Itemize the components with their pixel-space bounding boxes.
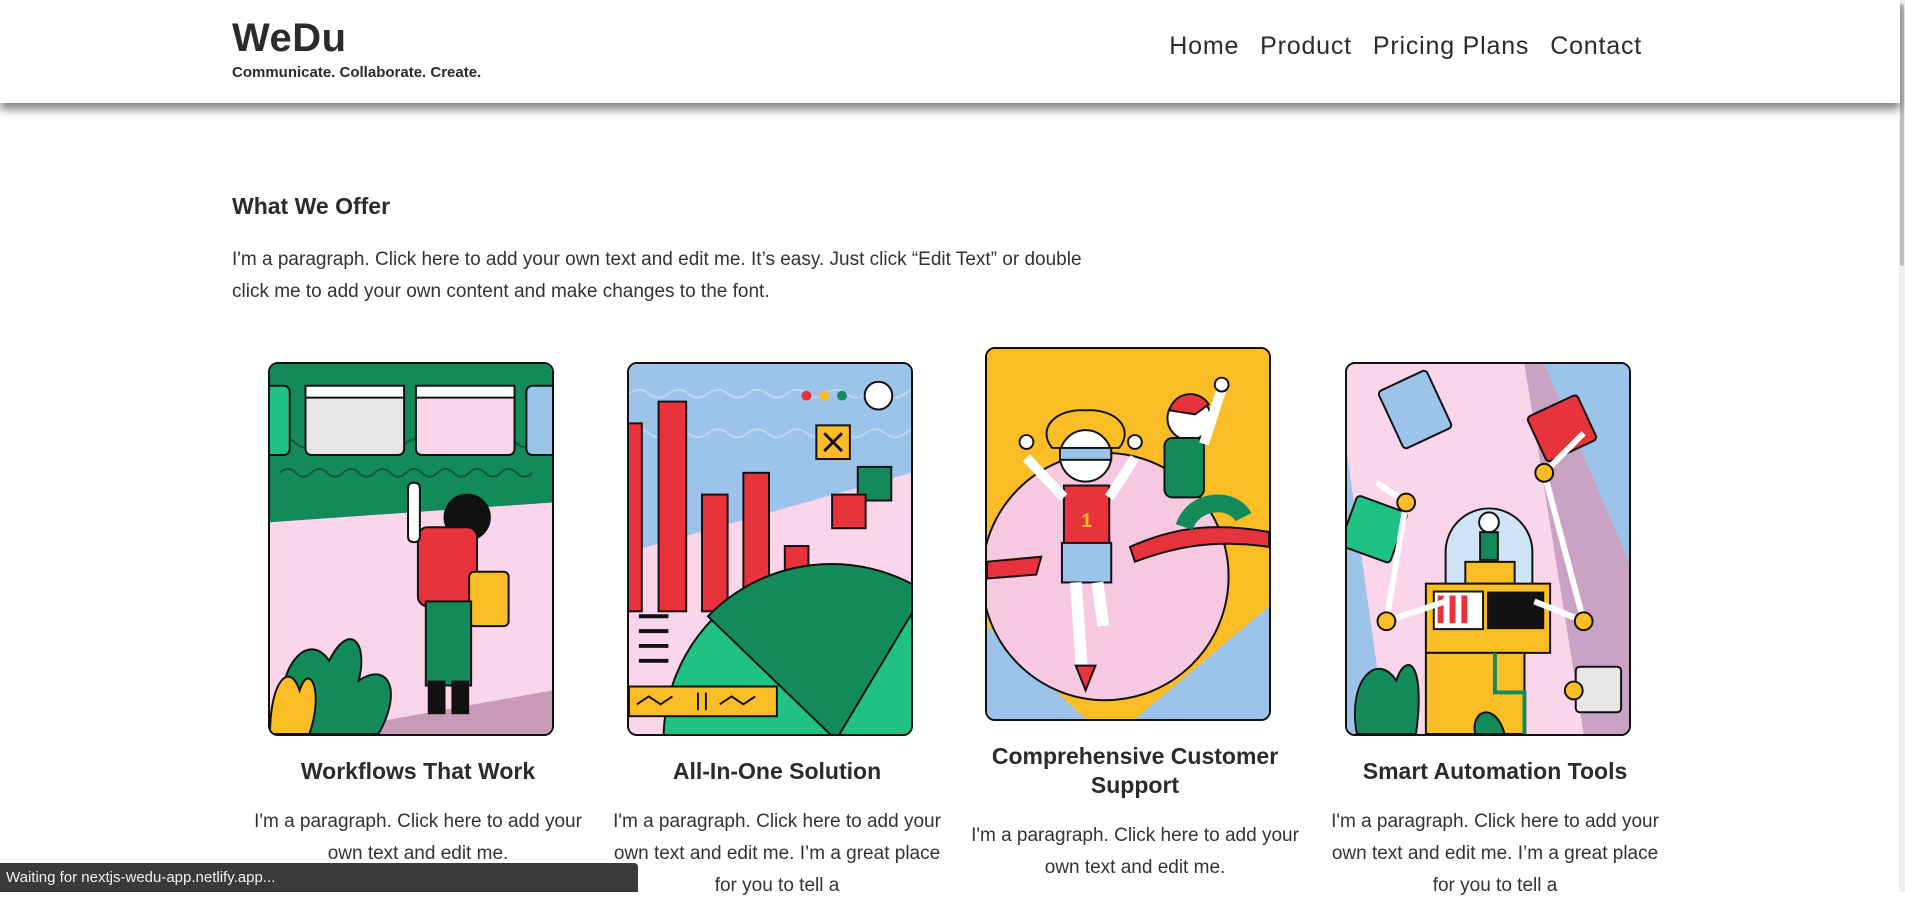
brand-tagline: Communicate. Collaborate. Create. — [232, 64, 482, 81]
main-nav: Home Product Pricing Plans Contact — [1169, 32, 1642, 61]
charts-illustration — [627, 362, 913, 736]
card-text: I'm a paragraph. Click here to add your … — [254, 811, 582, 864]
svg-text:1: 1 — [1081, 510, 1092, 532]
section-description: I'm a paragraph. Click here to add your … — [232, 249, 1082, 302]
brand-name[interactable]: WeDu — [232, 14, 481, 62]
section-title: What We Offer — [232, 193, 391, 219]
page-scrollbar[interactable] — [1899, 0, 1905, 892]
robot-machine-illustration — [1345, 362, 1631, 736]
runner-finish-line-illustration: 1 — [985, 347, 1271, 721]
card-title: Comprehensive Customer Support — [991, 743, 1279, 798]
card-title: Workflows That Work — [300, 758, 536, 784]
card-title: All-In-One Solution — [672, 758, 882, 784]
nav-product[interactable]: Product — [1260, 32, 1352, 61]
person-at-board-illustration — [268, 362, 554, 736]
nav-contact[interactable]: Contact — [1550, 32, 1642, 61]
card-text: I'm a paragraph. Click here to add your … — [971, 825, 1299, 878]
nav-pricing-plans[interactable]: Pricing Plans — [1373, 32, 1529, 61]
brand[interactable]: WeDu Communicate. Collaborate. Create. — [232, 14, 481, 81]
browser-status-bar: Waiting for nextjs-wedu-app.netlify.app.… — [0, 863, 638, 892]
scrollbar-thumb[interactable] — [1900, 4, 1904, 266]
card-text: I'm a paragraph. Click here to add your … — [613, 811, 941, 896]
card-text: I'm a paragraph. Click here to add your … — [1331, 811, 1659, 896]
site-header: WeDu Communicate. Collaborate. Create. H… — [0, 0, 1900, 103]
nav-home[interactable]: Home — [1169, 32, 1239, 61]
card-title: Smart Automation Tools — [1362, 758, 1628, 784]
